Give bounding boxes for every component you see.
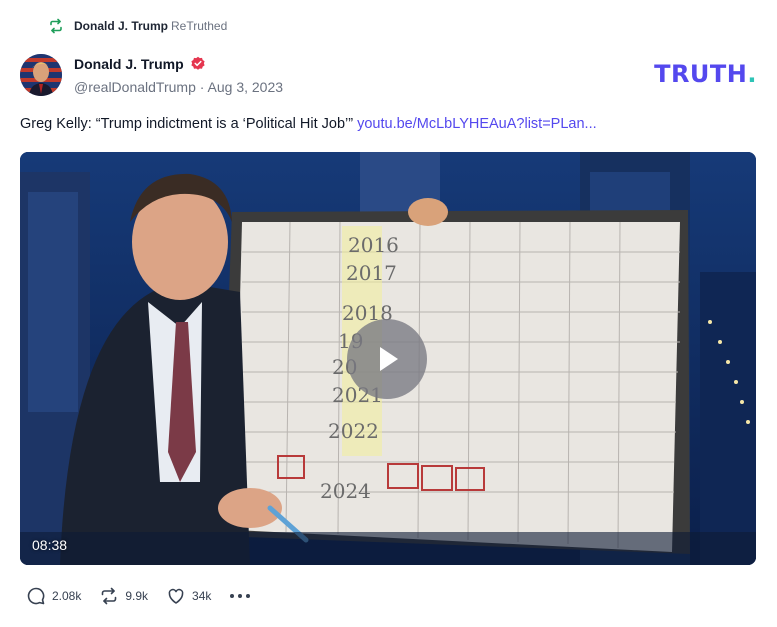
reply-count: 2.08k	[52, 589, 82, 603]
retruth-user[interactable]: Donald J. Trump	[74, 19, 168, 33]
retruth-button[interactable]: 9.9k	[99, 586, 148, 606]
board-year-2017: 2017	[346, 261, 397, 285]
post-actions: 2.08k 9.9k 34k	[26, 586, 251, 606]
board-year-2022: 2022	[328, 419, 379, 443]
post-body: Greg Kelly: “Trump indictment is a ‘Poli…	[20, 116, 354, 132]
verified-badge-icon	[191, 56, 205, 70]
heart-icon	[168, 588, 184, 604]
retruth-label: ReTruthed	[171, 19, 228, 33]
logo-text: TRUTH	[654, 60, 748, 88]
meta-separator: ·	[195, 79, 208, 95]
post-link[interactable]: youtu.be/McLbLYHEAuA?list=PLan...	[357, 116, 597, 132]
like-count: 34k	[192, 589, 212, 603]
more-options-button[interactable]	[229, 593, 251, 599]
like-button[interactable]: 34k	[166, 586, 211, 606]
more-icon	[230, 594, 251, 598]
video-duration: 08:38	[32, 537, 68, 553]
retruth-icon	[102, 587, 117, 605]
truth-logo[interactable]: TRUTH.	[654, 60, 757, 88]
video-player[interactable]: 2016 2017 2018 19 20 2021 2022 2024	[20, 152, 756, 565]
board-year-2024: 2024	[320, 479, 371, 503]
play-icon	[380, 347, 398, 371]
play-button[interactable]	[347, 319, 427, 399]
board-year-2016: 2016	[348, 233, 399, 257]
post-meta: @realDonaldTrump · Aug 3, 2023	[74, 79, 283, 95]
avatar[interactable]	[20, 54, 62, 96]
post-date[interactable]: Aug 3, 2023	[208, 79, 284, 95]
logo-dot: .	[747, 60, 757, 88]
author-handle[interactable]: @realDonaldTrump	[74, 79, 196, 95]
retruth-icon	[48, 18, 64, 34]
author-name[interactable]: Donald J. Trump	[74, 56, 184, 72]
retruth-count: 9.9k	[125, 589, 149, 603]
post-text: Greg Kelly: “Trump indictment is a ‘Poli…	[20, 116, 597, 132]
reply-icon	[27, 587, 45, 605]
post-header: Donald J. Trump @realDonaldTrump · Aug 3…	[20, 52, 757, 98]
retruth-banner: Donald J. Trump ReTruthed	[48, 18, 227, 34]
reply-button[interactable]: 2.08k	[26, 586, 81, 606]
